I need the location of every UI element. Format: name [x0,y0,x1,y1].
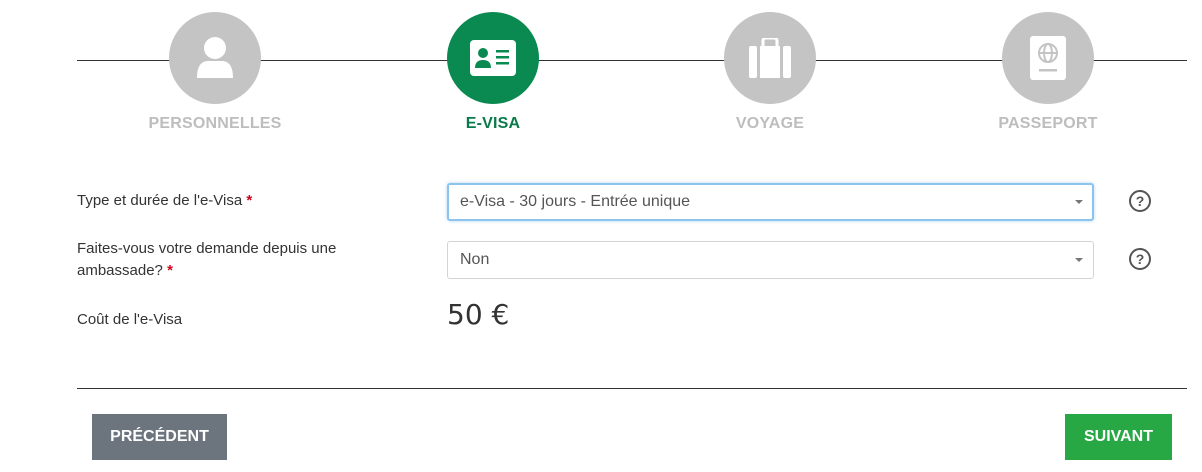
step-circle [724,12,816,104]
previous-button[interactable]: PRÉCÉDENT [92,414,227,460]
step-circle [169,12,261,104]
step-label: PERSONNELLES [148,115,282,132]
visa-type-row: Type et durée de l'e-Visa * e-Visa - 30 … [77,183,1187,223]
chevron-down-icon [1075,258,1083,262]
step-label: VOYAGE [735,115,805,132]
required-mark: * [246,192,253,209]
visa-type-select[interactable]: e-Visa - 30 jours - Entrée unique [447,183,1094,221]
embassy-row: Faites-vous votre demande depuis une amb… [77,238,1187,282]
step-circle [1002,12,1094,104]
visa-type-label: Type et durée de l'e-Visa * [77,192,253,209]
chevron-down-icon [1075,200,1083,204]
user-icon [197,37,233,78]
visa-type-value: e-Visa - 30 jours - Entrée unique [460,193,691,210]
id-card-icon [470,40,516,76]
cost-label: Coût de l'e-Visa [77,311,183,328]
embassy-select[interactable]: Non [447,241,1094,279]
progress-stepper: PERSONNELLES E-VISA VOYAGE PASSEPORT [0,0,1202,150]
step-passeport[interactable]: PASSEPORT [948,12,1148,133]
step-label: E-VISA [465,115,521,132]
help-icon[interactable]: ? [1129,190,1151,212]
passport-icon [1030,36,1066,80]
cost-value: 50 € [447,298,510,331]
next-button[interactable]: SUIVANT [1065,414,1172,460]
embassy-value: Non [460,251,490,268]
form-divider [77,388,1187,389]
required-mark: * [167,262,173,279]
suitcase-icon [749,38,791,78]
step-voyage[interactable]: VOYAGE [670,12,870,133]
help-icon[interactable]: ? [1129,248,1151,270]
step-personnelles[interactable]: PERSONNELLES [115,12,315,133]
cost-row: Coût de l'e-Visa 50 € [77,298,1187,338]
embassy-label: Faites-vous votre demande depuis une amb… [77,240,337,279]
step-e-visa[interactable]: E-VISA [393,12,593,133]
step-circle [447,12,539,104]
step-label: PASSEPORT [998,115,1098,132]
